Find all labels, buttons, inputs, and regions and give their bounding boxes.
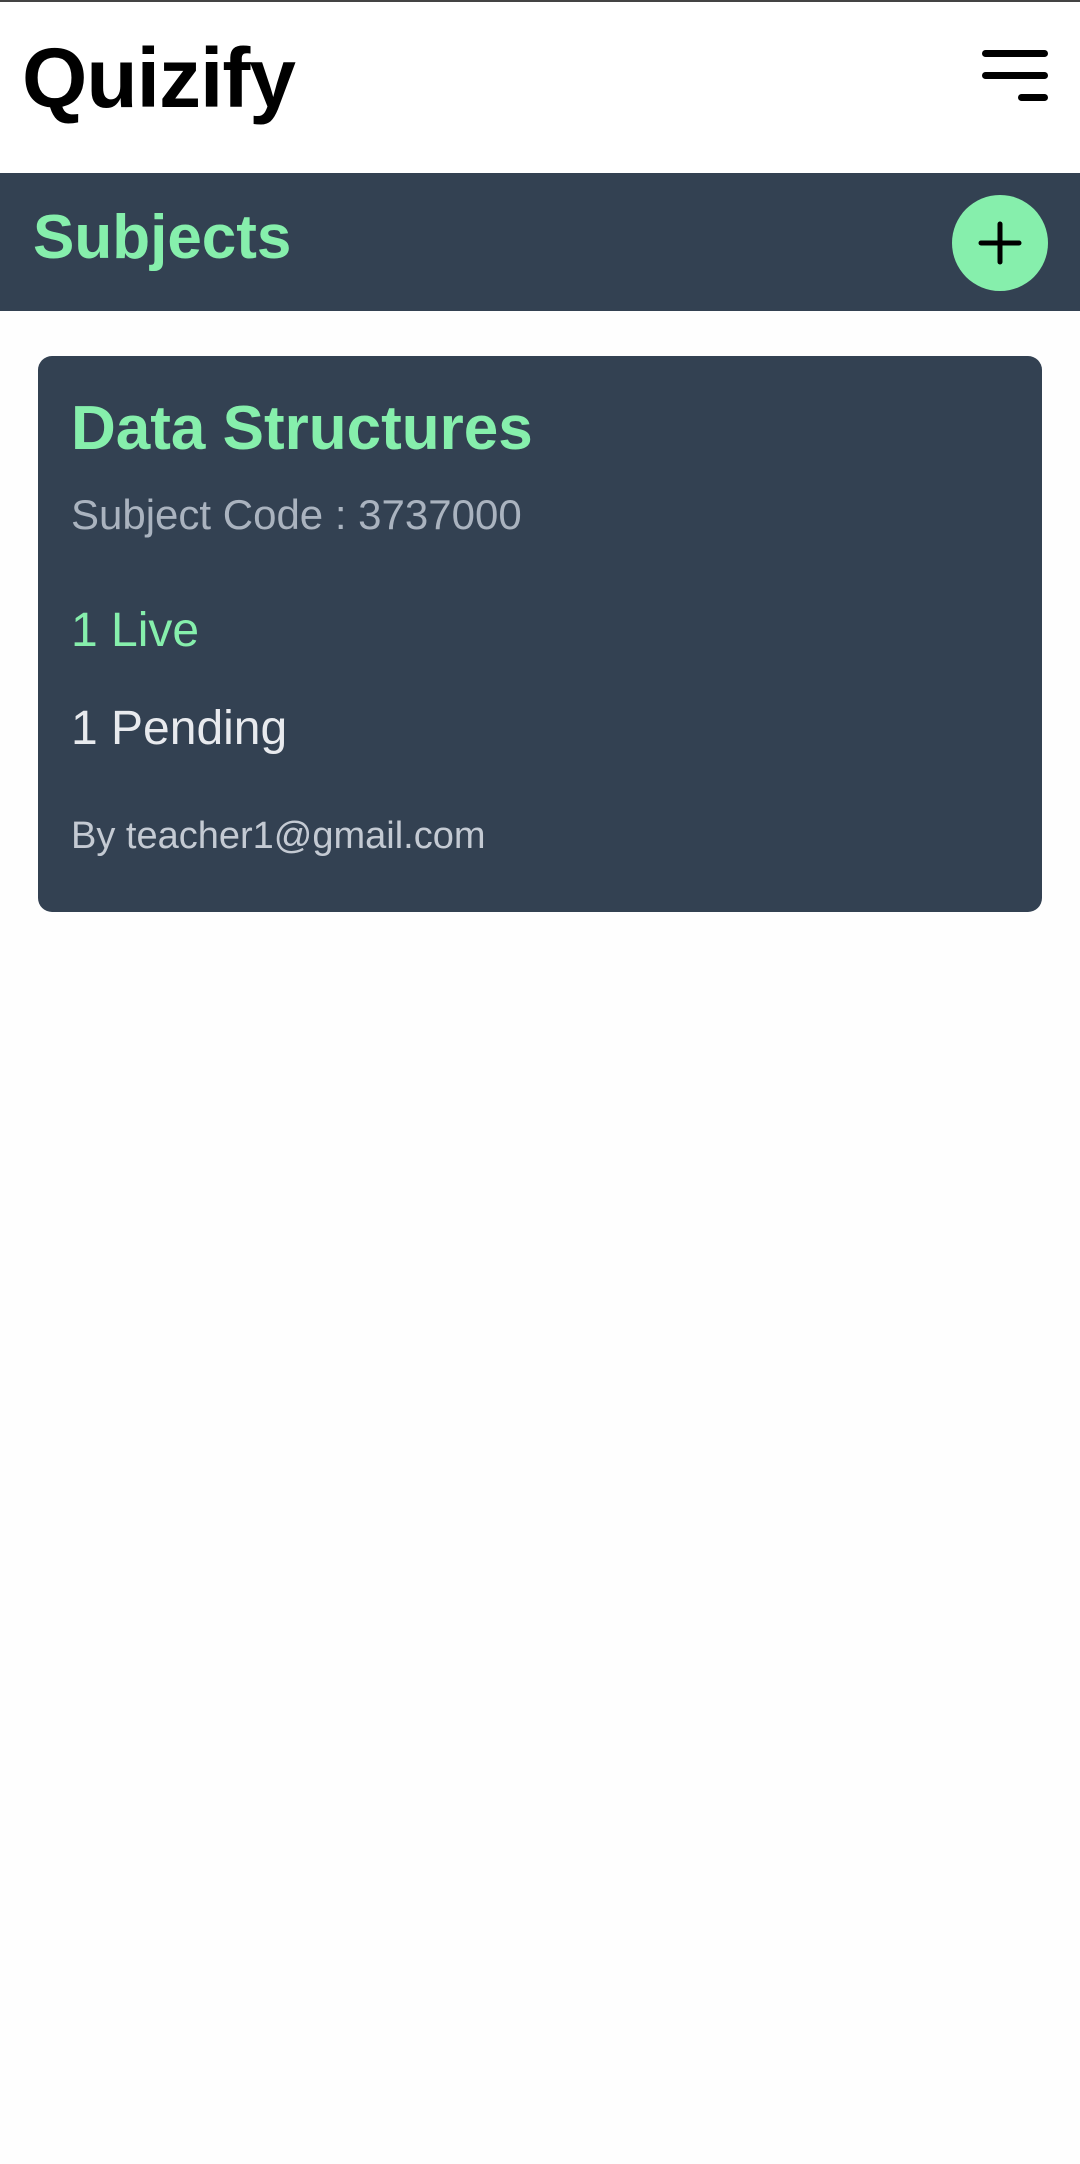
page: Quizify Subjects Data Structures Subject… [0,0,1080,2164]
hamburger-menu-icon[interactable] [976,48,1050,108]
pending-quiz-count: 1 Pending [71,702,288,755]
app-logo[interactable]: Quizify [22,36,296,120]
subject-name: Data Structures [71,394,533,463]
add-subject-button[interactable] [952,195,1048,291]
subject-code: Subject Code : 3737000 [71,491,522,538]
subjects-bar: Subjects [0,173,1080,311]
subject-author: By teacher1@gmail.com [71,815,486,857]
menu-line [982,72,1048,79]
page-title: Subjects [33,203,292,272]
subject-card[interactable]: Data Structures Subject Code : 3737000 1… [38,356,1042,912]
menu-line [982,50,1048,57]
app-header: Quizify [0,2,1080,173]
menu-line [1018,94,1048,101]
live-quiz-count: 1 Live [71,604,200,657]
plus-icon [978,221,1022,265]
